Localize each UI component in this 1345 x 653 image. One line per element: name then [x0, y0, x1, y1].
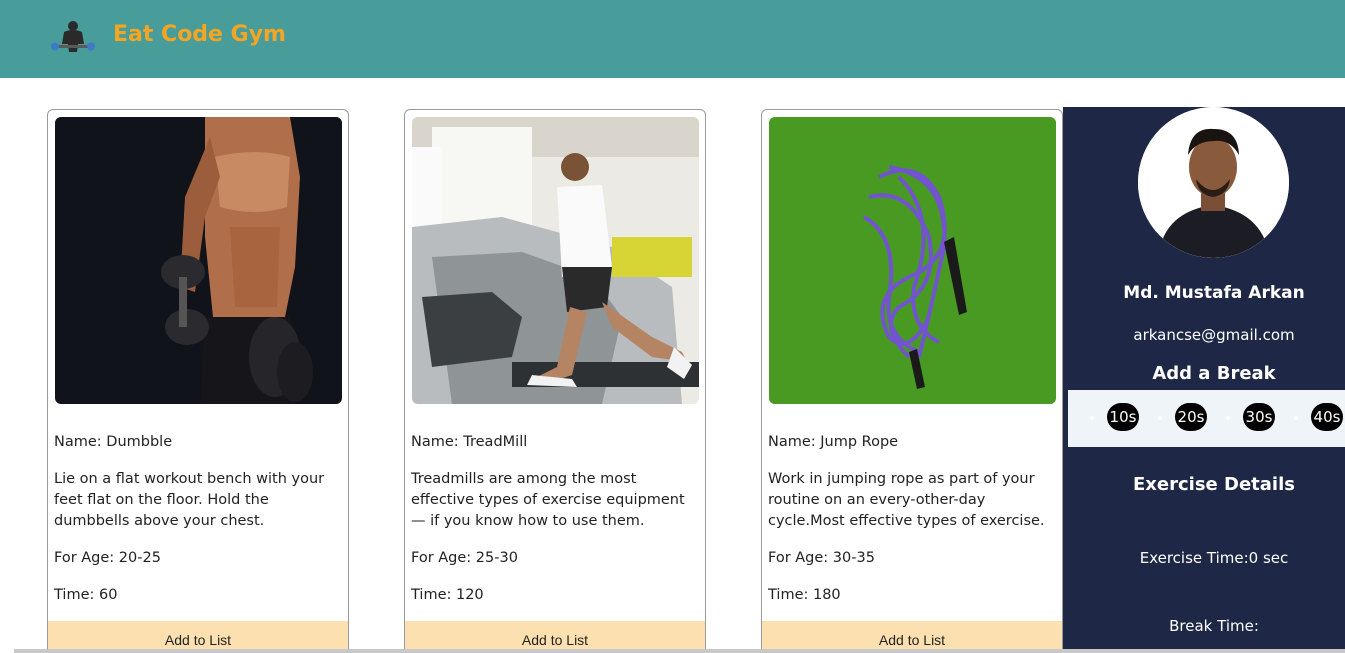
- break-40s-button[interactable]: 40s: [1311, 403, 1343, 431]
- exercise-time-total: Exercise Time:0 sec: [1139, 549, 1289, 567]
- break-30s-button[interactable]: 30s: [1243, 403, 1275, 431]
- exercise-age: For Age: 30-35: [768, 550, 875, 566]
- exercise-time: Time: 120: [411, 587, 484, 603]
- exercise-card-jump-rope: Name: Jump Rope Work in jumping rope as …: [761, 109, 1063, 653]
- break-options: 10s 20s 30s 40s: [1068, 390, 1345, 447]
- gym-lifter-icon[interactable]: [50, 20, 96, 54]
- brand-title[interactable]: Eat Code Gym: [113, 22, 286, 47]
- break-10s-button[interactable]: 10s: [1107, 403, 1139, 431]
- dot-icon: [1090, 416, 1094, 420]
- jump-rope-image: [769, 117, 1056, 404]
- profile-name: Md. Mustafa Arkan: [1123, 283, 1305, 303]
- break-20s-button[interactable]: 20s: [1175, 403, 1207, 431]
- avatar: [1138, 107, 1289, 258]
- exercise-age: For Age: 25-30: [411, 550, 518, 566]
- horizontal-scrollbar[interactable]: [14, 649, 1345, 653]
- exercise-name: Name: Dumbble: [54, 434, 173, 450]
- exercise-card-dumbbell: Name: Dumbble Lie on a flat workout benc…: [47, 109, 349, 653]
- dot-icon: [1226, 416, 1230, 420]
- exercise-description: Treadmills are among the most effective …: [411, 471, 685, 529]
- exercise-name: Name: TreadMill: [411, 434, 528, 450]
- exercise-details-heading: Exercise Details: [1133, 474, 1295, 495]
- exercise-time: Time: 180: [768, 587, 841, 603]
- profile-email: arkancse@gmail.com: [1133, 326, 1295, 344]
- add-break-heading: Add a Break: [1152, 363, 1276, 384]
- dot-icon: [1158, 416, 1162, 420]
- profile-sidebar: Md. Mustafa Arkan arkancse@gmail.com Add…: [1063, 107, 1345, 653]
- exercise-card-treadmill: Name: TreadMill Treadmills are among the…: [404, 109, 706, 653]
- treadmill-runner-image: [412, 117, 699, 404]
- break-time-total: Break Time:: [1169, 617, 1259, 635]
- exercise-time: Time: 60: [54, 587, 118, 603]
- exercise-description: Lie on a flat workout bench with your fe…: [54, 471, 325, 529]
- dot-icon: [1294, 416, 1298, 420]
- top-navbar: Eat Code Gym: [0, 0, 1345, 78]
- exercise-age: For Age: 20-25: [54, 550, 161, 566]
- dumbbell-athlete-image: [55, 117, 342, 404]
- exercise-description: Work in jumping rope as part of your rou…: [768, 471, 1045, 529]
- exercise-name: Name: Jump Rope: [768, 434, 899, 450]
